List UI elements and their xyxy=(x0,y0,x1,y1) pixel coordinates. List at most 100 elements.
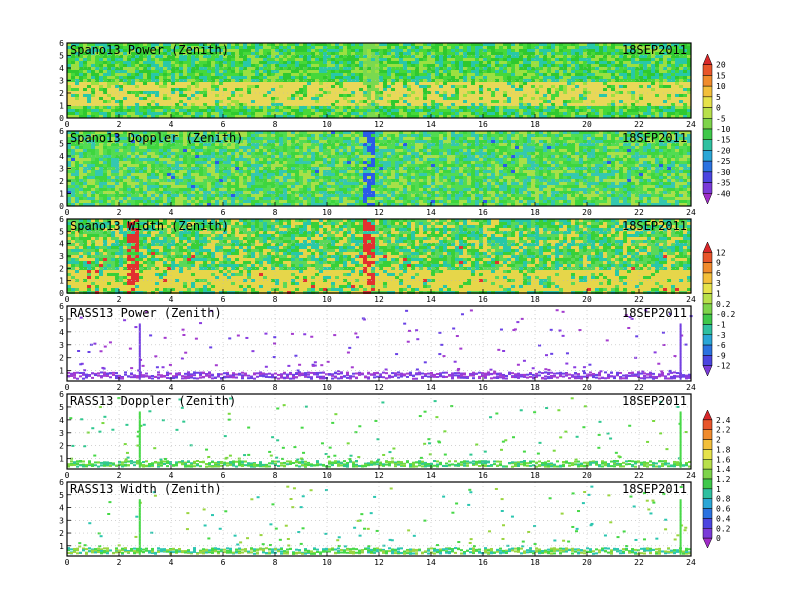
colorbar-swatch xyxy=(702,429,713,440)
y-tick-label: 4 xyxy=(59,328,64,337)
colorbar-swatch xyxy=(702,139,713,151)
colorbar-swatch xyxy=(702,498,713,509)
colorbar-cap-bottom xyxy=(702,365,713,377)
y-tick-label: 5 xyxy=(59,140,64,149)
colorbar-2: 12 963 10.2-0.2-1 -3-6-9 -12 xyxy=(702,241,735,377)
x-tick-label: 10 xyxy=(322,120,332,129)
colorbar-swatch xyxy=(702,468,713,480)
y-tick-label: 6 xyxy=(59,390,64,399)
y-tick-label: 6 xyxy=(59,127,64,136)
panel-4: 0 2 4 6 8 10 12 14 16 18 20 22 24123456 RASS13 Power … xyxy=(59,302,696,392)
colorbar-swatch xyxy=(702,75,713,87)
x-tick-label: 22 xyxy=(634,383,644,392)
x-tick-label: 2 xyxy=(117,471,122,480)
y-tick-label: 2 xyxy=(59,264,64,273)
colorbar-label: 2 xyxy=(716,436,721,445)
y-tick-label: 4 xyxy=(59,504,64,513)
colorbar-swatch xyxy=(702,272,713,284)
panels-layer: 0 2 4 6 8 10 12 14 16 18 20 22 240123456 Spano13 Powe… xyxy=(59,39,696,567)
x-tick-label: 20 xyxy=(582,383,592,392)
x-tick-label: 4 xyxy=(169,558,174,567)
x-tick-label: 24 xyxy=(686,295,696,304)
colorbar-label: 2.2 xyxy=(716,426,731,435)
x-tick-label: 14 xyxy=(426,208,436,217)
colorbar-label: 1 xyxy=(716,485,721,494)
colorbar-label: 1.6 xyxy=(716,455,731,464)
colorbar-cap-bottom xyxy=(702,537,713,549)
x-tick-label: 18 xyxy=(530,558,540,567)
colorbar-label: 0 xyxy=(716,534,721,543)
x-tick-label: 6 xyxy=(221,208,226,217)
colorbar-swatch xyxy=(702,449,713,460)
x-tick-label: 6 xyxy=(221,471,226,480)
panel-title: RASS13 Power (Zenith) xyxy=(70,306,222,320)
x-tick-label: 4 xyxy=(169,208,174,217)
colorbar-label: -5 xyxy=(716,114,726,123)
colorbar-swatch xyxy=(702,118,713,130)
x-tick-label: 0 xyxy=(65,558,70,567)
colorbar-label: 0.4 xyxy=(716,514,731,523)
x-tick-label: 22 xyxy=(634,208,644,217)
y-tick-label: 4 xyxy=(59,152,64,161)
colorbar-swatch xyxy=(702,334,713,346)
colorbar-label: 10 xyxy=(716,82,726,91)
x-tick-label: 12 xyxy=(374,120,384,129)
x-tick-label: 2 xyxy=(117,208,122,217)
colorbar-swatch xyxy=(702,324,713,336)
x-tick-label: 18 xyxy=(530,471,540,480)
colorbar-label: 0.2 xyxy=(716,300,731,309)
x-tick-label: 20 xyxy=(582,558,592,567)
colorbar-label: -40 xyxy=(716,189,731,198)
x-tick-label: 24 xyxy=(686,208,696,217)
x-tick-label: 16 xyxy=(478,383,488,392)
colorbar-label: 6 xyxy=(716,269,721,278)
y-tick-label: 4 xyxy=(59,240,64,249)
x-tick-label: 16 xyxy=(478,471,488,480)
x-tick-label: 14 xyxy=(426,383,436,392)
y-tick-label: 0 xyxy=(59,114,64,123)
colorbar-label: 0.8 xyxy=(716,495,731,504)
x-tick-label: 6 xyxy=(221,383,226,392)
colorbar-label: 1.2 xyxy=(716,475,731,484)
x-tick-label: 8 xyxy=(273,208,278,217)
y-tick-label: 6 xyxy=(59,478,64,487)
x-tick-label: 4 xyxy=(169,120,174,129)
colorbar-label: -25 xyxy=(716,157,731,166)
colorbar-swatch xyxy=(702,459,713,470)
colorbar-3: 2.42.221.81.61.41.210.80.60.40.20 xyxy=(702,409,731,549)
y-tick-label: 5 xyxy=(59,403,64,412)
x-tick-label: 16 xyxy=(478,120,488,129)
x-tick-label: 24 xyxy=(686,558,696,567)
x-tick-label: 0 xyxy=(65,208,70,217)
y-tick-label: 2 xyxy=(59,354,64,363)
y-tick-label: 3 xyxy=(59,165,64,174)
colorbar-swatch xyxy=(702,344,713,356)
radar-time-height-figure: 0 2 4 6 8 10 12 14 16 18 20 22 240123456 Spano13 Powe… xyxy=(59,39,735,567)
panel-6: 0 2 4 6 8 10 12 14 16 18 20 22 24123456 RASS13 Width … xyxy=(59,478,696,567)
colorbar-swatch xyxy=(702,171,713,183)
y-tick-label: 2 xyxy=(59,442,64,451)
y-tick-label: 6 xyxy=(59,302,64,311)
y-tick-label: 5 xyxy=(59,227,64,236)
y-tick-label: 3 xyxy=(59,252,64,261)
x-tick-label: 2 xyxy=(117,383,122,392)
colorbar-label: 1.8 xyxy=(716,445,731,454)
colorbar-swatch xyxy=(702,128,713,140)
y-tick-label: 0 xyxy=(59,202,64,211)
x-tick-label: 22 xyxy=(634,295,644,304)
x-tick-label: 24 xyxy=(686,383,696,392)
colorbar-label: -3 xyxy=(716,331,726,340)
x-tick-label: 16 xyxy=(478,295,488,304)
date-label: 18SEP2011 xyxy=(622,43,687,57)
y-tick-label: 1 xyxy=(59,367,64,376)
colorbar-label: -1 xyxy=(716,320,726,329)
colorbar-swatch xyxy=(702,107,713,119)
x-tick-label: 20 xyxy=(582,295,592,304)
y-tick-label: 2 xyxy=(59,89,64,98)
x-tick-label: 14 xyxy=(426,558,436,567)
x-tick-label: 8 xyxy=(273,383,278,392)
x-tick-label: 22 xyxy=(634,120,644,129)
panel-1: 0 2 4 6 8 10 12 14 16 18 20 22 240123456 Spano13 Powe… xyxy=(59,39,696,129)
y-tick-label: 4 xyxy=(59,64,64,73)
x-tick-label: 8 xyxy=(273,471,278,480)
